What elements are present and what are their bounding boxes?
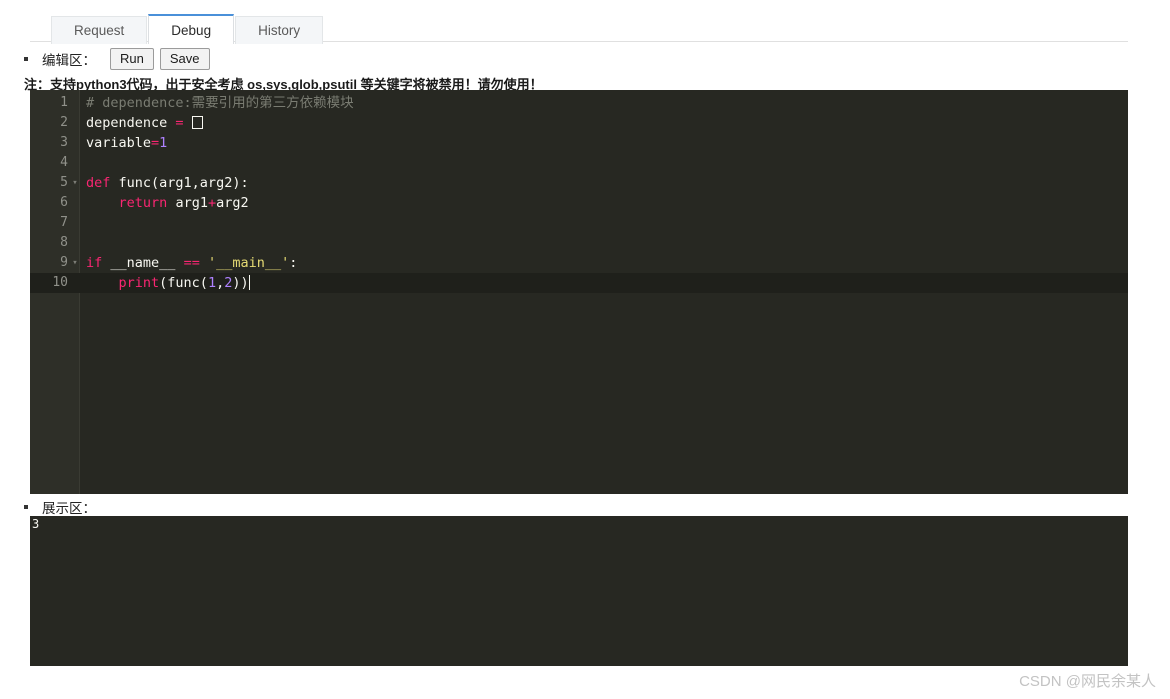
page-root: Request Debug History 编辑区： Run Save 注：支持… xyxy=(0,0,1170,699)
display-section-header: 展示区： xyxy=(24,498,110,516)
code-editor[interactable]: 1 # dependence:需要引用的第三方依赖模块 2 dependence… xyxy=(30,90,1128,494)
code-token-number: 1 xyxy=(207,275,217,291)
code-line[interactable]: 2 dependence = xyxy=(30,113,1128,133)
line-number: 4 xyxy=(60,155,68,170)
line-number: 3 xyxy=(60,135,68,150)
fold-marker-icon[interactable]: ▾ xyxy=(70,173,80,193)
bullet-marker-icon xyxy=(24,57,28,61)
code-token-punct: )) xyxy=(232,275,249,291)
code-token-identifier: variable xyxy=(86,135,152,151)
output-panel[interactable]: 3 xyxy=(30,516,1128,666)
run-button[interactable]: Run xyxy=(110,48,154,70)
code-token-punct: : xyxy=(289,255,298,271)
text-cursor xyxy=(248,275,250,290)
code-token-string: '__main__' xyxy=(207,255,290,271)
code-line[interactable]: 9 ▾ if __name__ == '__main__': xyxy=(30,253,1128,273)
code-token-comment: # dependence:需要引用的第三方依赖模块 xyxy=(86,95,354,111)
code-token-identifier: __name__ xyxy=(110,255,176,271)
code-line-active[interactable]: 10 print(func(1,2)) xyxy=(30,273,1128,293)
code-token-punct: , xyxy=(216,275,225,291)
code-token-identifier: arg2 xyxy=(216,195,249,211)
code-line[interactable]: 7 xyxy=(30,213,1128,233)
tab-history[interactable]: History xyxy=(235,16,324,44)
code-token-punct: (func( xyxy=(159,275,208,291)
code-token-operator: = xyxy=(175,115,184,131)
code-token-keyword: def xyxy=(86,175,111,191)
empty-list-glyph-icon xyxy=(191,116,203,129)
tab-bar: Request Debug History xyxy=(0,0,1170,44)
code-token-signature: func(arg1,arg2): xyxy=(118,175,249,191)
code-token-number: 1 xyxy=(159,135,168,151)
tab-request-label: Request xyxy=(74,23,125,38)
code-line[interactable]: 5 ▾ def func(arg1,arg2): xyxy=(30,173,1128,193)
output-text: 3 xyxy=(32,517,40,531)
editor-section-label: 编辑区： xyxy=(42,53,96,68)
code-token-operator: = xyxy=(151,135,160,151)
line-number: 8 xyxy=(60,235,68,250)
line-number: 9 xyxy=(60,255,68,270)
code-token-operator: == xyxy=(183,255,200,271)
code-line[interactable]: 3 variable=1 xyxy=(30,133,1128,153)
tab-history-label: History xyxy=(258,23,301,38)
line-number: 1 xyxy=(60,95,68,110)
code-line[interactable]: 4 xyxy=(30,153,1128,173)
line-number: 10 xyxy=(52,275,68,290)
display-section-label: 展示区： xyxy=(42,501,96,516)
tab-debug-label: Debug xyxy=(171,22,212,38)
line-number: 5 xyxy=(60,175,68,190)
tab-debug[interactable]: Debug xyxy=(148,14,235,44)
code-line[interactable]: 6 return arg1+arg2 xyxy=(30,193,1128,213)
watermark: CSDN @网民余某人 xyxy=(1019,673,1156,690)
code-line[interactable]: 8 xyxy=(30,233,1128,253)
code-token-identifier: dependence xyxy=(86,115,168,131)
bullet-marker-icon xyxy=(24,505,28,509)
code-token-identifier: arg1 xyxy=(175,195,208,211)
code-token-keyword: return xyxy=(118,195,168,211)
code-token-function: print xyxy=(118,275,160,291)
line-number: 6 xyxy=(60,195,68,210)
line-number: 2 xyxy=(60,115,68,130)
code-lines: 1 # dependence:需要引用的第三方依赖模块 2 dependence… xyxy=(30,90,1128,293)
tab-list: Request Debug History xyxy=(51,14,324,44)
line-number: 7 xyxy=(60,215,68,230)
fold-marker-icon[interactable]: ▾ xyxy=(70,253,80,273)
code-token-operator: + xyxy=(207,195,217,211)
code-line[interactable]: 1 # dependence:需要引用的第三方依赖模块 xyxy=(30,93,1128,113)
tab-request[interactable]: Request xyxy=(51,16,148,44)
code-token-keyword: if xyxy=(86,255,103,271)
editor-section-header: 编辑区： Run Save xyxy=(24,46,216,72)
save-button[interactable]: Save xyxy=(159,48,210,70)
